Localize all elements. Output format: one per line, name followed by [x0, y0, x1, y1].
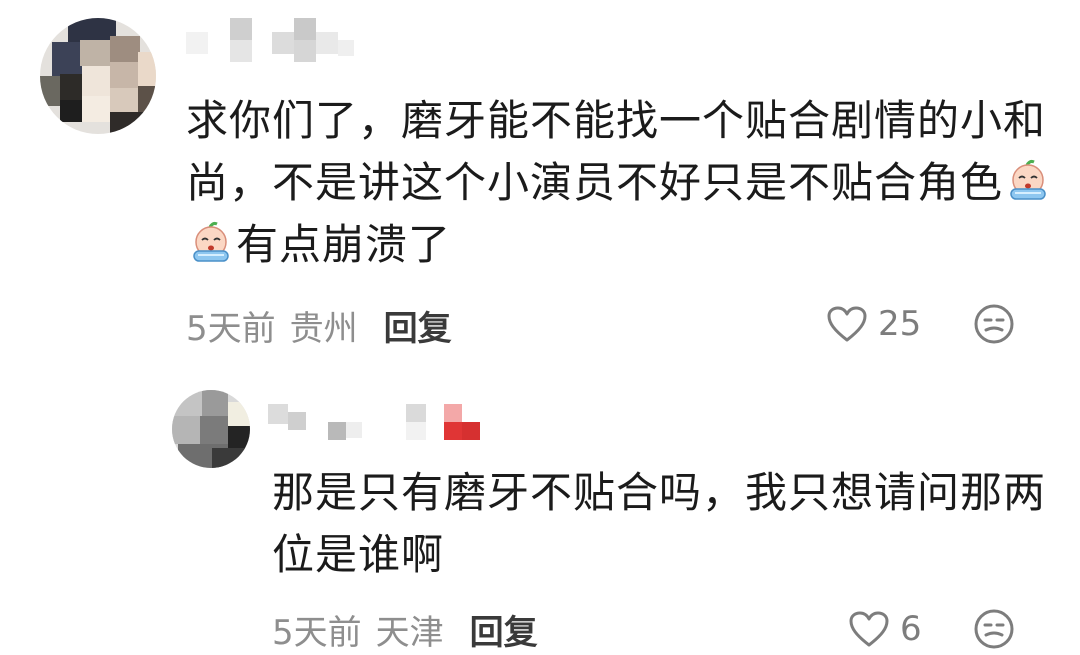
comment-location: 贵州 — [289, 308, 358, 349]
comment-time: 5天前 — [272, 612, 362, 653]
comment-text: 那是只有磨牙不贴合吗，我只想请问那两 位是谁啊 — [272, 462, 1046, 586]
reply-button[interactable]: 回复 — [470, 605, 538, 654]
comment-text-line: 求你们了，磨牙能不能找一个贴合剧情的小和 — [186, 96, 1047, 145]
comment-text-line: 那是只有磨牙不贴合吗，我只想请问那两 — [272, 468, 1047, 517]
comment-text-line: 尚，不是讲这个小演员不好只是不贴合角色 — [186, 152, 1053, 214]
crying-face-emoji-icon — [1005, 159, 1051, 205]
heart-outline-icon — [827, 306, 867, 342]
crying-face-emoji-icon — [188, 221, 234, 267]
comment-location: 天津 — [375, 612, 444, 653]
unhappy-face-icon — [974, 609, 1014, 649]
unhappy-face-icon — [974, 304, 1014, 344]
dislike-button[interactable] — [972, 607, 1016, 655]
username-mosaic[interactable] — [186, 18, 356, 62]
like-button[interactable]: 25 — [826, 301, 921, 347]
avatar[interactable] — [172, 390, 250, 468]
like-count: 6 — [900, 609, 922, 649]
like-count: 25 — [878, 304, 922, 344]
comment-text-line: 位是谁啊 — [272, 530, 445, 579]
heart-outline-icon — [849, 611, 889, 647]
comment-meta: 5天前 天津 回复 — [272, 605, 538, 654]
dislike-button[interactable] — [972, 302, 1016, 350]
comment-time: 5天前 — [186, 308, 276, 349]
comment-text: 求你们了，磨牙能不能找一个贴合剧情的小和 尚，不是讲这个小演员不好只是不贴合角色… — [186, 90, 1053, 276]
comment-meta: 5天前 贵州 回复 — [186, 301, 452, 350]
comment-text-line: 有点崩溃了 — [186, 214, 1053, 276]
avatar[interactable] — [40, 18, 156, 134]
like-button[interactable]: 6 — [848, 606, 922, 652]
reply-button[interactable]: 回复 — [384, 301, 452, 350]
username-mosaic[interactable] — [268, 400, 488, 444]
